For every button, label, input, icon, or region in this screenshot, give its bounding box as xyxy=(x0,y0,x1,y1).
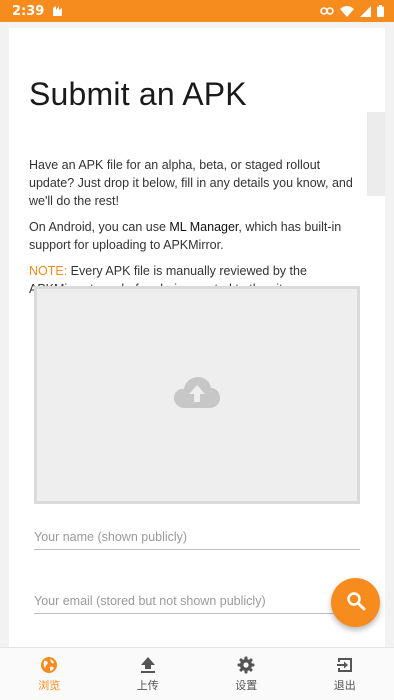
android-text: On Android, you can use ML Manager, whic… xyxy=(29,218,367,254)
email-field[interactable] xyxy=(34,584,360,614)
nav-label-settings: 设置 xyxy=(235,678,258,692)
upload-icon xyxy=(140,656,156,674)
cloud-upload-icon xyxy=(174,377,220,413)
gear-icon xyxy=(237,656,255,674)
apk-dropzone[interactable] xyxy=(34,286,360,504)
exit-icon xyxy=(336,656,354,674)
nav-item-upload[interactable]: 上传 xyxy=(99,648,198,700)
status-left: 2:39 xyxy=(12,4,63,19)
intro-text: Have an APK file for an alpha, beta, or … xyxy=(29,158,353,208)
nav-label-upload: 上传 xyxy=(136,678,159,692)
status-bar: 2:39 xyxy=(0,0,394,22)
globe-icon xyxy=(40,656,58,674)
name-field[interactable] xyxy=(34,520,360,550)
nav-label-exit: 退出 xyxy=(333,678,356,692)
email-input[interactable] xyxy=(34,584,360,613)
search-fab-button[interactable] xyxy=(331,578,380,627)
content-card: Submit an APK Have an APK file for an al… xyxy=(9,28,385,668)
nav-item-exit[interactable]: 退出 xyxy=(296,648,394,700)
nav-item-browse[interactable]: 浏览 xyxy=(0,648,99,700)
ml-manager-link[interactable]: ML Manager xyxy=(169,220,238,234)
note-label: NOTE: xyxy=(29,264,68,278)
status-time: 2:39 xyxy=(12,3,45,19)
status-icons xyxy=(320,5,384,17)
bottom-nav: 浏览 上传 设置 退出 xyxy=(0,647,394,700)
battery-icon xyxy=(377,5,384,17)
nav-label-browse: 浏览 xyxy=(38,678,61,692)
link-icon xyxy=(320,6,334,16)
android-prefix: On Android, you can use xyxy=(29,220,170,234)
wifi-icon xyxy=(340,5,354,17)
signal-icon xyxy=(360,5,371,17)
notification-icon xyxy=(52,5,63,17)
scrollbar[interactable] xyxy=(367,112,385,196)
name-input[interactable] xyxy=(34,520,360,549)
page-title: Submit an APK xyxy=(29,76,247,112)
nav-item-settings[interactable]: 设置 xyxy=(197,648,296,700)
search-icon xyxy=(346,591,366,615)
